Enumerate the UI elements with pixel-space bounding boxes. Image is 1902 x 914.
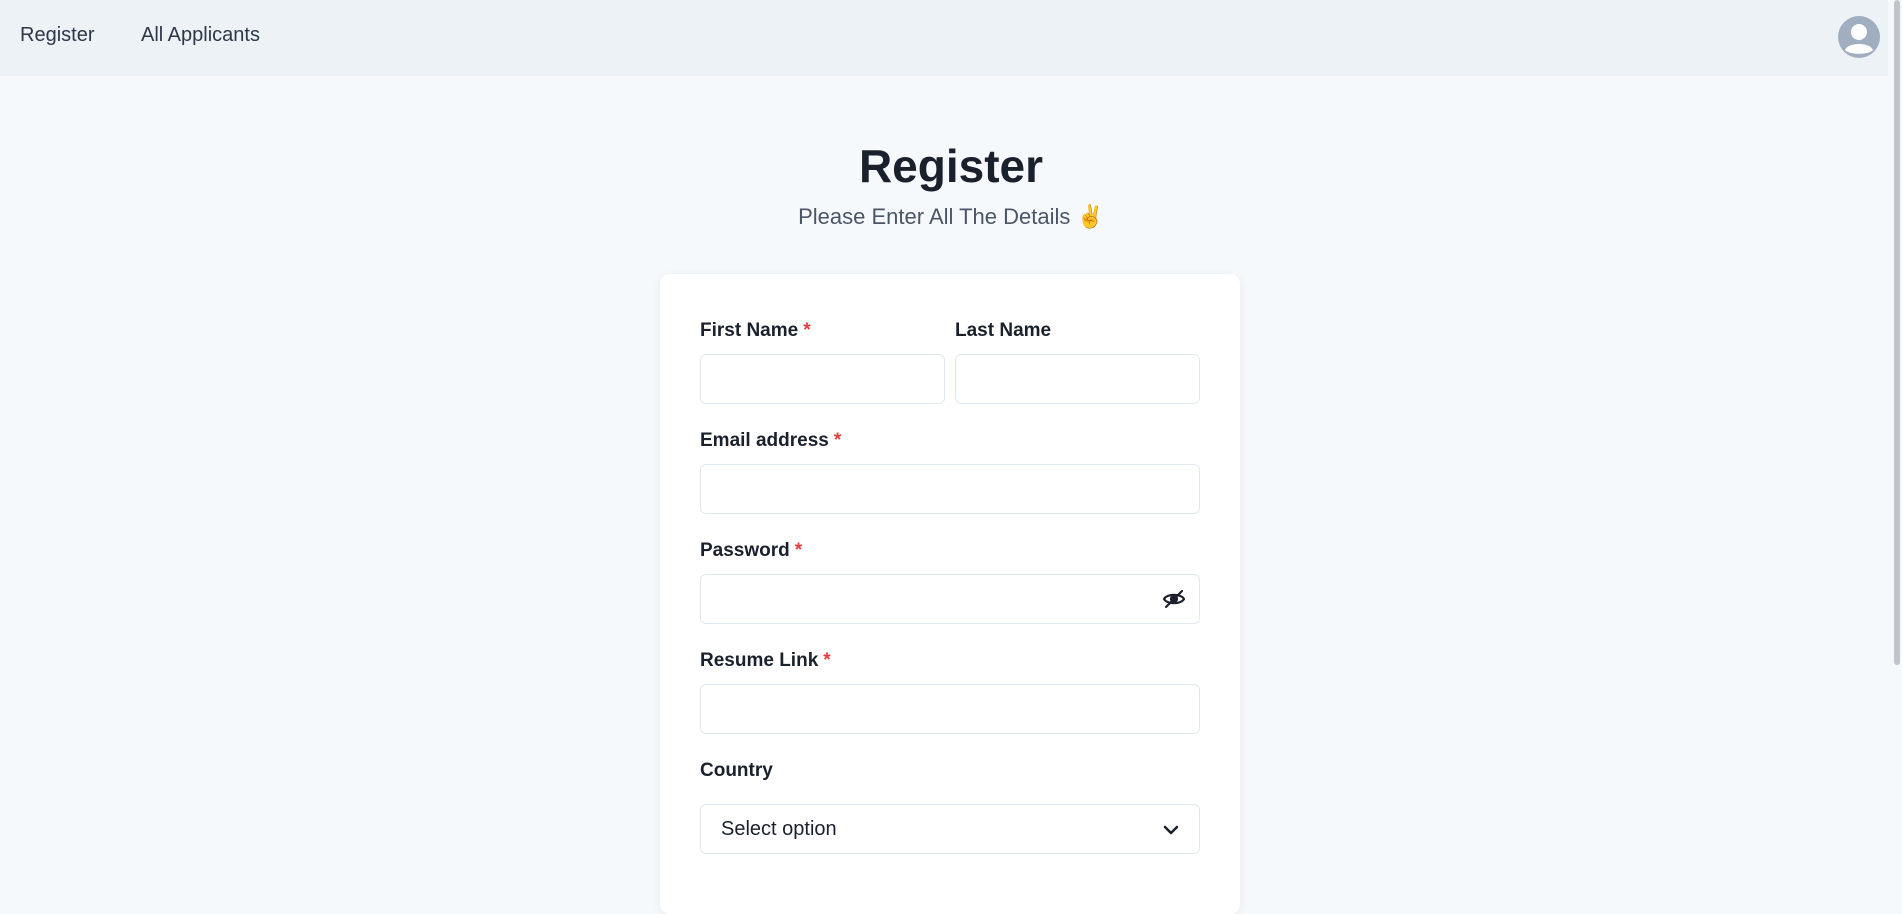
required-asterisk: * xyxy=(823,650,831,671)
country-label: Country xyxy=(700,759,773,783)
email-label: Email address * xyxy=(700,429,841,453)
chevron-down-icon xyxy=(1163,825,1179,835)
required-asterisk: * xyxy=(833,430,842,451)
last-name-label: Last Name xyxy=(955,319,1051,343)
last-name-input[interactable] xyxy=(955,354,1200,404)
page-title: Register xyxy=(858,140,1044,192)
country-label-text: Country xyxy=(700,760,773,781)
country-select[interactable]: Select option xyxy=(700,804,1200,854)
register-form-card: First Name * Last Name Email address * Pas… xyxy=(660,274,1240,914)
scrollbar-thumb[interactable] xyxy=(1894,0,1900,665)
page-subtitle: Please Enter All The Details ✌️ xyxy=(798,204,1104,229)
country-select-value: Select option xyxy=(721,817,837,840)
resume-link-label: Resume Link * xyxy=(700,649,831,673)
required-asterisk: * xyxy=(794,540,803,561)
nav-all-applicants-link[interactable]: All Applicants xyxy=(141,24,260,47)
first-name-label: First Name * xyxy=(700,319,811,343)
password-label: Password * xyxy=(700,539,802,563)
resume-link-input[interactable] xyxy=(700,684,1200,734)
email-input[interactable] xyxy=(700,464,1200,514)
top-navbar: Register All Applicants xyxy=(0,0,1902,76)
eye-slash-icon[interactable] xyxy=(1160,585,1188,613)
last-name-label-text: Last Name xyxy=(955,320,1052,341)
email-label-text: Email address xyxy=(700,430,829,451)
first-name-input[interactable] xyxy=(700,354,945,404)
user-avatar-icon[interactable] xyxy=(1838,16,1880,58)
resume-link-label-text: Resume Link xyxy=(700,650,819,671)
password-label-text: Password xyxy=(700,540,790,561)
first-name-label-text: First Name xyxy=(700,320,799,341)
page-scrollbar[interactable] xyxy=(1888,0,1902,882)
required-asterisk: * xyxy=(803,320,811,341)
nav-register-link[interactable]: Register xyxy=(20,24,94,47)
password-input[interactable] xyxy=(700,574,1200,624)
